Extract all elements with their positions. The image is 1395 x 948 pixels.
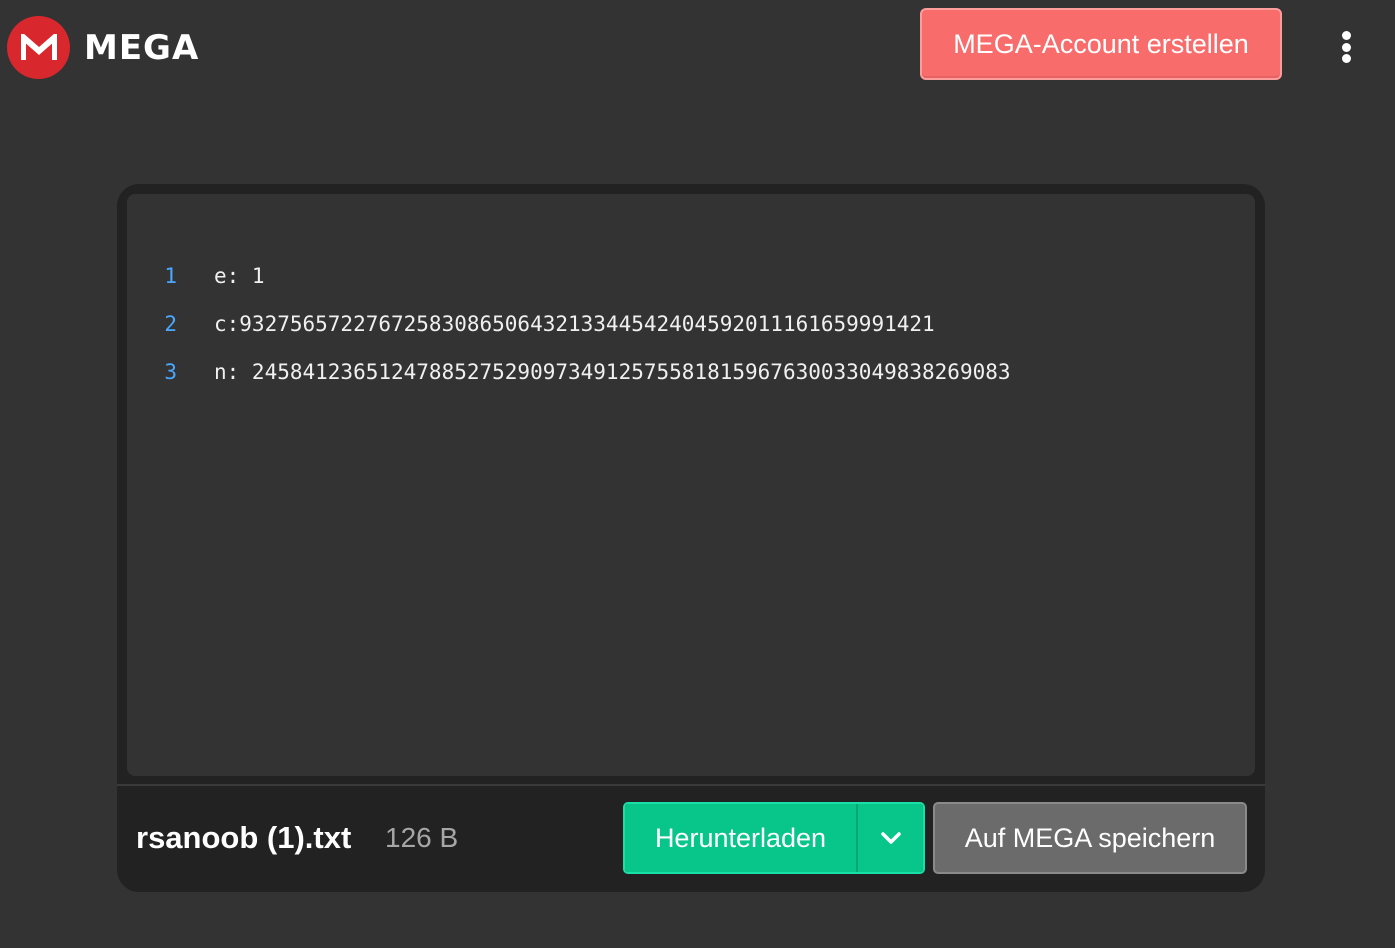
download-options-button[interactable] xyxy=(858,804,923,872)
file-footer: rsanoob (1).txt 126 B Herunterladen Auf … xyxy=(117,786,1265,892)
download-button[interactable]: Herunterladen xyxy=(625,804,856,872)
chevron-down-icon xyxy=(880,832,901,844)
line-number: 3 xyxy=(164,360,177,384)
menu-dot xyxy=(1341,42,1351,52)
file-size: 126 B xyxy=(385,822,459,853)
file-name: rsanoob (1).txt xyxy=(136,820,352,855)
page: MEGA MEGA-Account erstellen 1 e: 1 2 c:9… xyxy=(0,0,1395,948)
menu-dot xyxy=(1341,31,1351,40)
line-text: c:93275657227672583086506432133445424045… xyxy=(214,312,935,336)
create-account-button[interactable]: MEGA-Account erstellen xyxy=(920,8,1282,80)
brand-name: MEGA xyxy=(84,27,200,68)
line-text: e: 1 xyxy=(214,264,265,288)
file-viewer: 1 e: 1 2 c:93275657227672583086506432133… xyxy=(117,184,1265,892)
mega-logo[interactable]: MEGA xyxy=(7,16,199,79)
text-preview: 1 e: 1 2 c:93275657227672583086506432133… xyxy=(127,194,1255,776)
code-line: 2 c:932756572276725830865064321334454240… xyxy=(127,300,1255,348)
menu-dot xyxy=(1341,54,1351,63)
mega-logo-icon xyxy=(7,16,70,79)
line-number: 1 xyxy=(164,264,177,288)
line-text: n: 2458412365124788527529097349125755818… xyxy=(214,360,1011,384)
download-button-group: Herunterladen xyxy=(623,802,925,874)
save-to-mega-button[interactable]: Auf MEGA speichern xyxy=(933,802,1247,874)
more-vertical-icon[interactable] xyxy=(1330,26,1362,68)
code-line: 3 n: 24584123651247885275290973491257558… xyxy=(127,348,1255,396)
code-line: 1 e: 1 xyxy=(127,252,1255,300)
line-number: 2 xyxy=(164,312,177,336)
